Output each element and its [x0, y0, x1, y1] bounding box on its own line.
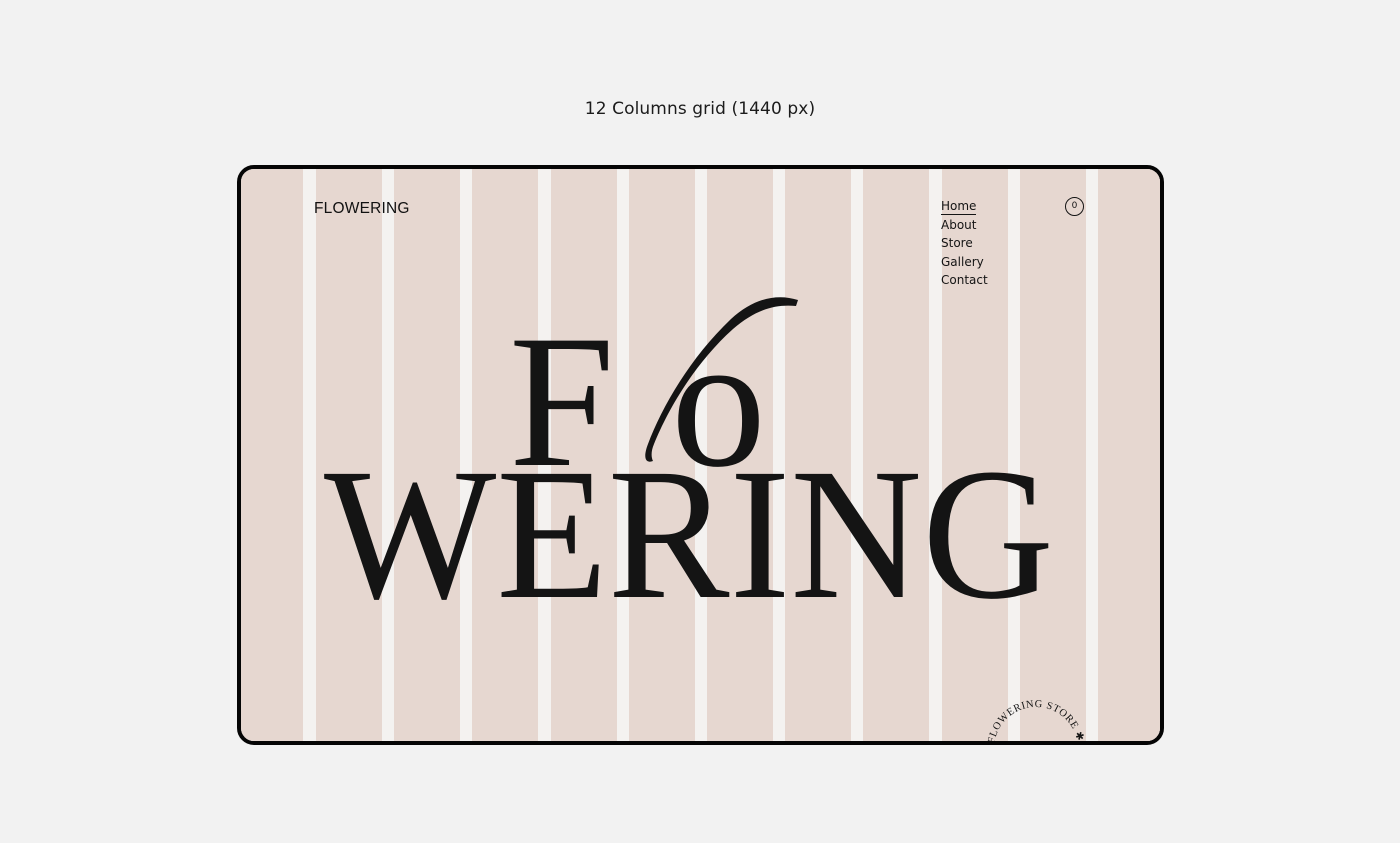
store-circular-stamp[interactable]: FLOWERING STORE ✱: [981, 694, 1091, 745]
grid-caption: 12 Columns grid (1440 px): [584, 99, 816, 119]
hero-wordmark: F o WERING: [324, 297, 1054, 638]
stamp-text: FLOWERING STORE ✱: [986, 699, 1086, 744]
hero-word-wering: WERING: [324, 429, 1054, 638]
website-mockup-frame: FLOWERING Home About Store Gallery Contact 0…: [237, 165, 1164, 745]
